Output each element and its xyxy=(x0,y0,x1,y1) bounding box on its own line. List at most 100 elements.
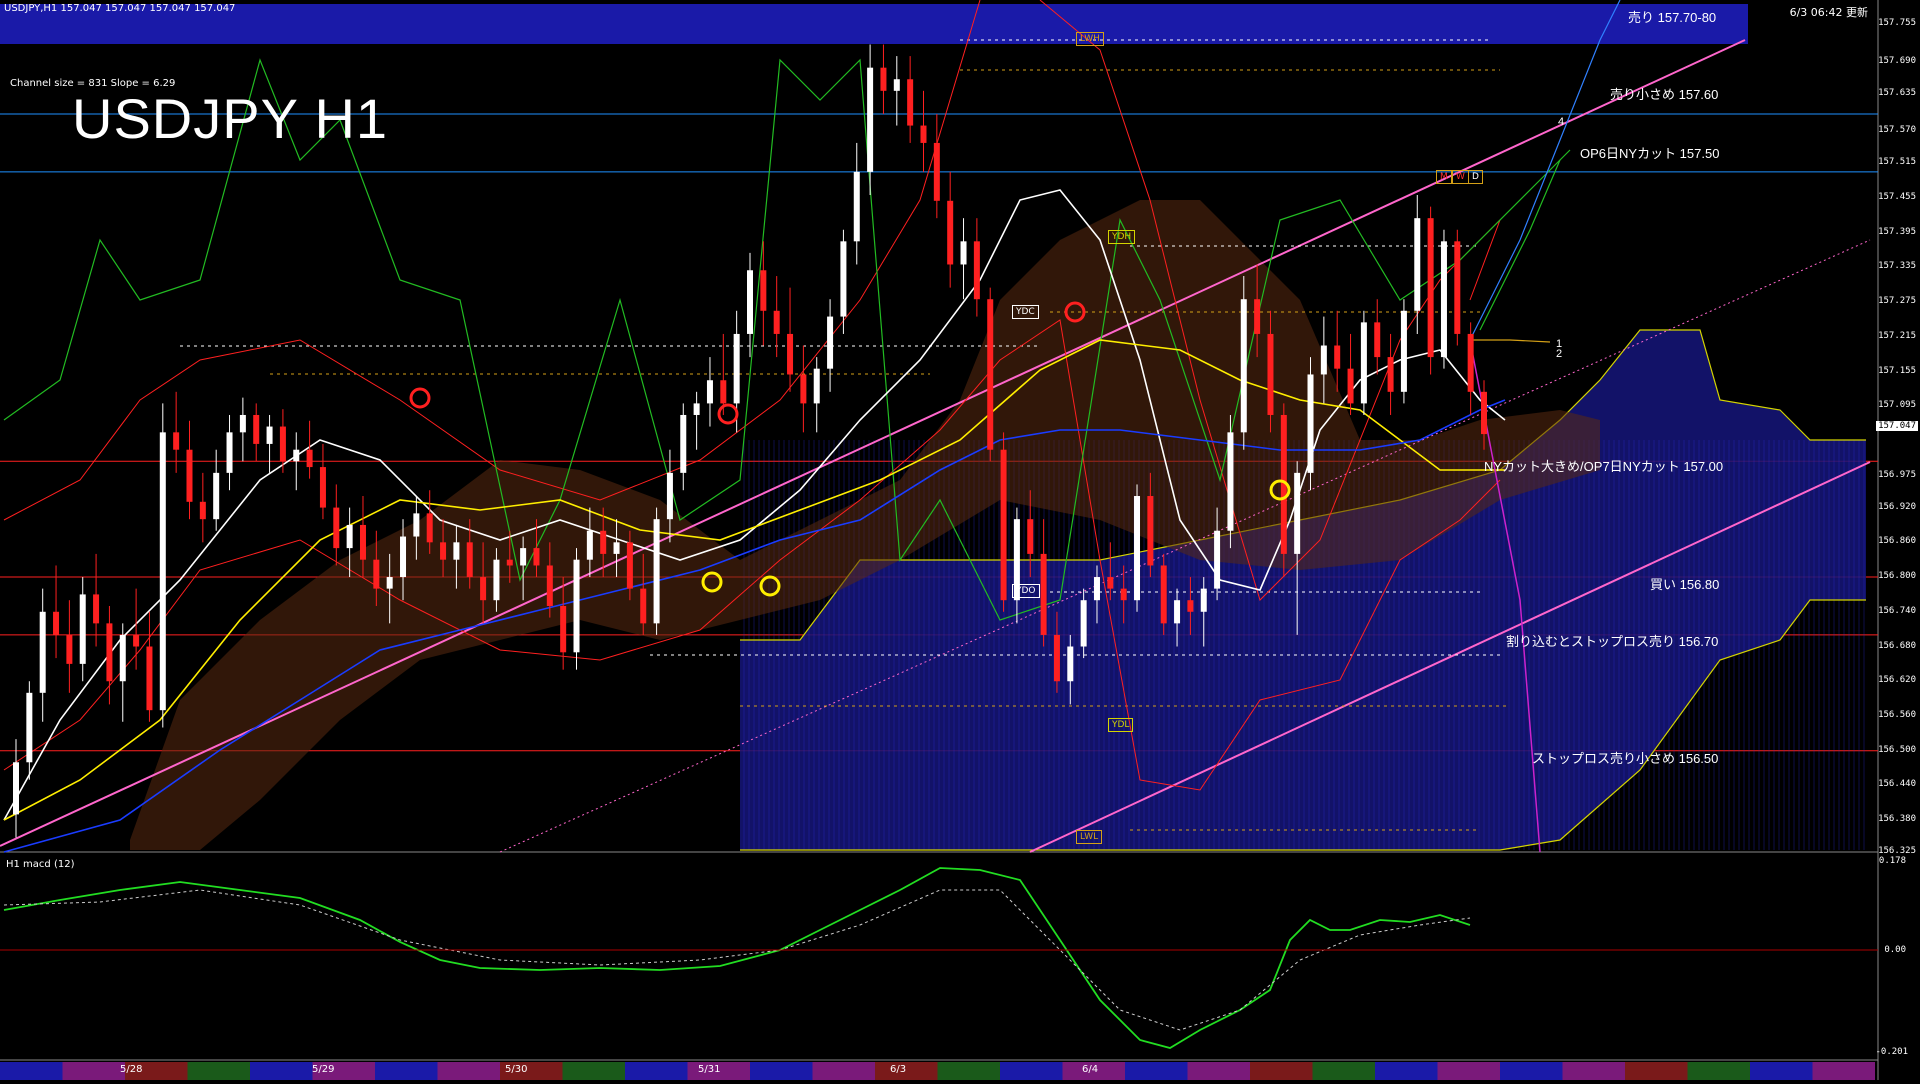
candle-bull xyxy=(1214,530,1221,589)
candle-bull xyxy=(867,67,874,172)
candle-bear xyxy=(760,270,767,311)
candle-bull xyxy=(853,171,860,242)
time-bar-segment xyxy=(1437,1062,1500,1080)
candle-bull xyxy=(1134,496,1141,601)
projection-orange xyxy=(1470,339,1551,343)
price-axis-tick: 157.275 xyxy=(1878,296,1916,307)
candle-bear xyxy=(1387,357,1394,392)
candle-bull xyxy=(159,432,166,711)
price-axis-tick: 157.690 xyxy=(1878,55,1916,66)
candle-bear xyxy=(933,142,940,201)
candle-bull xyxy=(1440,241,1447,358)
candle-bull xyxy=(1414,218,1421,311)
candle-bear xyxy=(373,559,380,589)
candle-bear xyxy=(253,414,260,444)
price-axis-tick: 156.740 xyxy=(1878,605,1916,616)
candle-bull xyxy=(79,594,86,664)
candle-bear xyxy=(800,374,807,404)
candle-bull xyxy=(693,403,700,415)
candle-bear xyxy=(186,449,193,502)
projection-blue xyxy=(1469,0,1621,341)
candle-bear xyxy=(106,623,113,682)
candle-bear xyxy=(973,241,980,300)
time-bar-segment xyxy=(1562,1062,1625,1080)
candle-bull xyxy=(1400,310,1407,392)
marker-ydh: YDH xyxy=(1108,230,1136,244)
time-bar-segment xyxy=(1375,1062,1438,1080)
price-axis-tick: 156.800 xyxy=(1878,571,1916,582)
macd-tick-bottom: -0.201 xyxy=(1875,1047,1908,1057)
candle-bear xyxy=(626,542,633,589)
candle-bear xyxy=(880,67,887,91)
candle-bear xyxy=(466,542,473,578)
time-bar-segment xyxy=(750,1062,813,1080)
candle-bear xyxy=(53,611,60,635)
time-bar-segment xyxy=(375,1062,438,1080)
timestamp: 6/3 06:42 更新 xyxy=(1789,6,1868,19)
candle-bear xyxy=(333,507,340,549)
candle-bear xyxy=(1454,241,1461,334)
price-axis-tick: 157.215 xyxy=(1878,330,1916,341)
candle-bear xyxy=(920,125,927,143)
price-chart-canvas xyxy=(0,0,1879,1080)
price-axis-tick: 157.570 xyxy=(1878,125,1916,136)
candle-bull xyxy=(13,762,19,815)
time-bar-segment xyxy=(875,1062,938,1080)
macd-line xyxy=(3,867,1471,1049)
candle-bear xyxy=(1053,634,1060,682)
candle-bear xyxy=(146,646,153,711)
candle-bear xyxy=(1347,368,1354,404)
candle-bear xyxy=(787,333,794,375)
time-bar-segment xyxy=(812,1062,875,1080)
candle-bear xyxy=(1120,588,1127,601)
candle-bear xyxy=(533,548,540,566)
time-bar-segment xyxy=(1187,1062,1250,1080)
macd-tick-top: 0.178 xyxy=(1878,856,1906,866)
candle-bear xyxy=(1334,345,1341,369)
price-axis-tick: 157.455 xyxy=(1878,191,1916,202)
chart-title: USDJPY H1 xyxy=(72,87,389,150)
candle-bear xyxy=(1147,496,1154,566)
date-label: 5/31 xyxy=(698,1064,721,1075)
candle-bull xyxy=(39,611,46,693)
candle-bull xyxy=(1360,322,1367,404)
candle-bull xyxy=(586,530,593,560)
signal-arrow-icon xyxy=(409,387,431,409)
time-bar-segment xyxy=(625,1062,688,1080)
candle-bull xyxy=(613,542,620,554)
candle-bull xyxy=(239,414,246,433)
candle-bear xyxy=(359,524,366,560)
marker-lwl: LWL xyxy=(1076,830,1103,844)
price-axis-tick: 157.335 xyxy=(1878,261,1916,272)
candle-bear xyxy=(1027,519,1034,554)
marker-ydc: YDC xyxy=(1012,305,1039,319)
candle-bear xyxy=(1000,449,1007,601)
price-axis-tick: 156.440 xyxy=(1878,779,1916,790)
candle-bull xyxy=(1174,600,1181,624)
mwd-m: M xyxy=(1436,170,1452,184)
macd-label: H1 macd (12) xyxy=(6,859,75,870)
macd-signal-line xyxy=(3,889,1471,1031)
candle-bear xyxy=(133,634,140,647)
candle-bear xyxy=(1187,600,1194,612)
level-band-0 xyxy=(0,4,1748,44)
candle-bull xyxy=(266,426,273,444)
price-axis-tick: 157.155 xyxy=(1878,365,1916,376)
candle-bull xyxy=(1240,299,1247,433)
candle-bear xyxy=(1374,322,1381,358)
candle-bull xyxy=(293,449,300,462)
mwd-w: W xyxy=(1452,170,1469,184)
marker-ydo: YDO xyxy=(1012,584,1040,598)
candle-bull xyxy=(1093,577,1100,601)
level-label-buy: 買い 156.80 xyxy=(1650,577,1720,592)
candle-bear xyxy=(1160,565,1167,624)
candle-bull xyxy=(840,241,847,317)
candle-bear xyxy=(773,310,780,334)
candle-bear xyxy=(279,426,286,462)
candle-bull xyxy=(386,577,393,589)
price-axis-tick: 156.325 xyxy=(1878,846,1916,856)
level-label-sell-small: 売り小さめ 157.60 xyxy=(1610,87,1719,102)
projection-green xyxy=(1479,159,1561,331)
candle-bull xyxy=(453,542,460,560)
date-label: 5/29 xyxy=(312,1064,335,1075)
